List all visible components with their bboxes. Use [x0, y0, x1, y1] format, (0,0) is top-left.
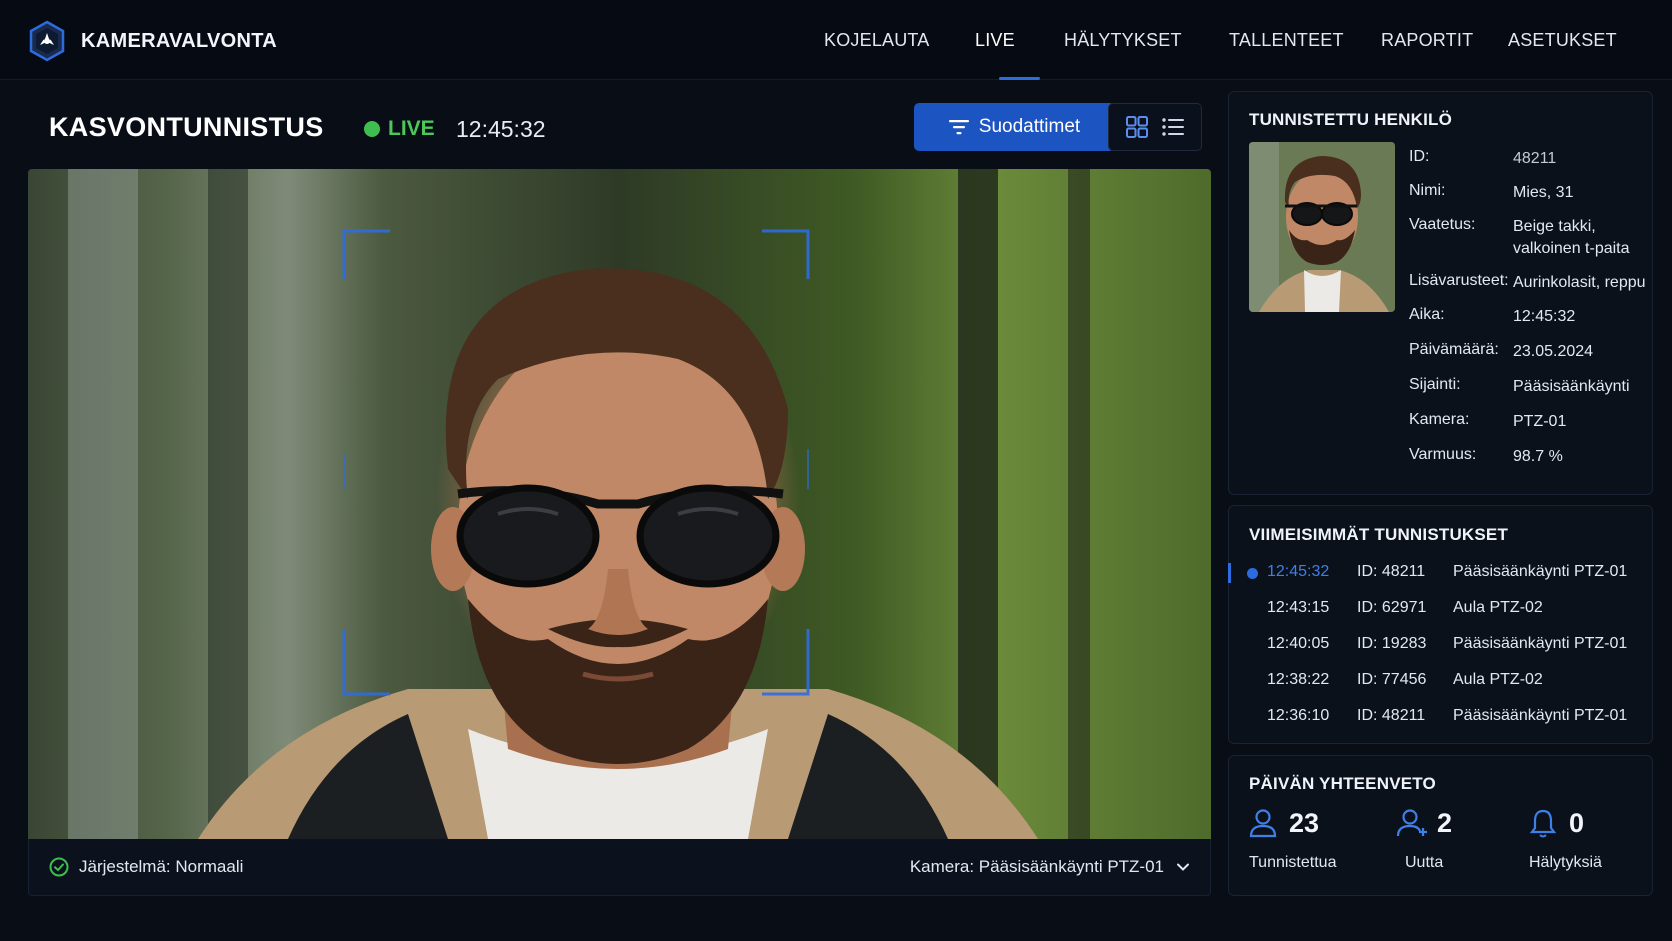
info-value: 12:45:32: [1513, 308, 1576, 325]
daily-summary-card: PÄIVÄN YHTEENVETO 23 Tunnistettua 2 Uutt…: [1228, 755, 1653, 896]
live-video-feed[interactable]: [28, 169, 1211, 839]
nav-kojelauta[interactable]: KOJELAUTA: [824, 30, 930, 51]
info-value: Beige takki,: [1513, 218, 1596, 235]
stat-label: Hälytyksiä: [1529, 854, 1602, 871]
detection-location: Aula PTZ-02: [1453, 671, 1543, 688]
nav-asetukset[interactable]: ASETUKSET: [1508, 30, 1617, 51]
info-key: Sijainti:: [1409, 376, 1461, 393]
person-in-feed: [198, 229, 1038, 839]
system-status: Järjestelmä: Normaali: [49, 857, 243, 877]
info-value: Pääsisäänkäynti: [1513, 378, 1630, 395]
brand[interactable]: KAMERAVALVONTA: [27, 20, 277, 62]
check-circle-icon: [49, 857, 69, 877]
detection-id: ID: 77456: [1357, 671, 1427, 688]
filters-button[interactable]: Suodattimet: [914, 103, 1115, 151]
identified-person-card: TUNNISTETTU HENKILÖ ID: 48211 Nimi: Mies…: [1228, 91, 1653, 495]
filter-icon: [948, 120, 969, 135]
stat-value: 23: [1289, 808, 1320, 838]
video-status-bar: Järjestelmä: Normaali Kamera: Pääsisäänk…: [28, 839, 1211, 896]
person-thumbnail-image: [1249, 142, 1395, 312]
detection-time: 12:38:22: [1267, 671, 1330, 688]
nav-active-indicator: [999, 77, 1040, 80]
system-status-label: Järjestelmä: Normaali: [79, 857, 244, 876]
detection-id: ID: 62971: [1357, 599, 1427, 616]
info-key: Päivämäärä:: [1409, 341, 1499, 358]
info-value: Mies, 31: [1513, 184, 1574, 201]
info-key: Vaatetus:: [1409, 216, 1476, 233]
nav-raportit[interactable]: RAPORTIT: [1381, 30, 1473, 51]
user-plus-icon: [1397, 809, 1427, 837]
stat-value: 0: [1569, 808, 1585, 838]
detection-time: 12:45:32: [1267, 563, 1330, 580]
filters-button-label: Suodattimet: [978, 116, 1081, 137]
recent-detections-title: VIIMEISIMMÄT TUNNISTUKSET: [1249, 525, 1509, 544]
detection-id: ID: 48211: [1357, 563, 1426, 580]
main-panel: KASVONTUNNISTUS LIVE 12:45:32 Suodattime…: [28, 96, 1211, 896]
detection-location: Pääsisäänkäynti PTZ-01: [1453, 707, 1628, 724]
info-value: PTZ-01: [1513, 413, 1567, 430]
info-key: Aika:: [1409, 306, 1445, 323]
user-icon: [1249, 809, 1277, 838]
info-key: Nimi:: [1409, 182, 1446, 199]
info-key: ID:: [1409, 148, 1430, 165]
stat-label: Tunnistettua: [1249, 854, 1337, 871]
list-view-icon[interactable]: [1162, 117, 1184, 137]
active-row-indicator: [1228, 563, 1231, 583]
app-logo-icon: [29, 20, 65, 62]
info-value: 98.7 %: [1513, 448, 1563, 465]
detection-time: 12:40:05: [1267, 635, 1330, 652]
app-name: KAMERAVALVONTA: [81, 29, 278, 52]
active-dot-icon: [1247, 568, 1258, 579]
live-clock: 12:45:32: [456, 116, 546, 142]
recent-detections-card: VIIMEISIMMÄT TUNNISTUKSET 12:45:32 ID: 4…: [1228, 505, 1653, 744]
detection-location: Aula PTZ-02: [1453, 599, 1543, 616]
info-value: 48211: [1513, 150, 1557, 167]
info-key: Lisävarusteet:: [1409, 272, 1509, 289]
person-thumbnail[interactable]: [1249, 142, 1395, 312]
detection-time: 12:43:15: [1267, 599, 1330, 616]
grid-view-icon[interactable]: [1126, 116, 1148, 138]
detection-time: 12:36:10: [1267, 707, 1330, 724]
camera-select-label: Kamera: Pääsisäänkäynti PTZ-01: [909, 857, 1164, 876]
chevron-down-icon: [1177, 863, 1189, 871]
detection-location: Pääsisäänkäynti PTZ-01: [1453, 563, 1628, 580]
page-title: KASVONTUNNISTUS: [49, 112, 324, 142]
detection-id: ID: 19283: [1357, 635, 1427, 652]
stat-value: 2: [1437, 808, 1453, 838]
detection-id: ID: 48211: [1357, 707, 1426, 724]
alert-icon: [1529, 809, 1557, 838]
stat-label: Uutta: [1405, 854, 1444, 871]
live-label: LIVE: [388, 117, 435, 140]
info-value: Aurinkolasit, reppu: [1513, 274, 1646, 291]
live-indicator-dot: [364, 121, 380, 137]
top-bar: KAMERAVALVONTA KOJELAUTA LIVE HÄLYTYKSET…: [0, 0, 1672, 80]
info-value: 23.05.2024: [1513, 343, 1594, 360]
camera-select[interactable]: Kamera: Pääsisäänkäynti PTZ-01: [910, 857, 1190, 877]
nav-live[interactable]: LIVE: [975, 30, 1015, 51]
nav-halytykset[interactable]: HÄLYTYKSET: [1064, 30, 1182, 51]
detection-location: Pääsisäänkäynti PTZ-01: [1453, 635, 1628, 652]
identified-person-title: TUNNISTETTU HENKILÖ: [1249, 110, 1453, 129]
nav-tallenteet[interactable]: TALLENTEET: [1229, 30, 1344, 51]
info-value: valkoinen t-paita: [1513, 240, 1630, 257]
info-key: Varmuus:: [1409, 446, 1477, 463]
daily-summary-title: PÄIVÄN YHTEENVETO: [1249, 774, 1436, 793]
view-toggle: [1108, 103, 1202, 151]
info-key: Kamera:: [1409, 411, 1470, 428]
